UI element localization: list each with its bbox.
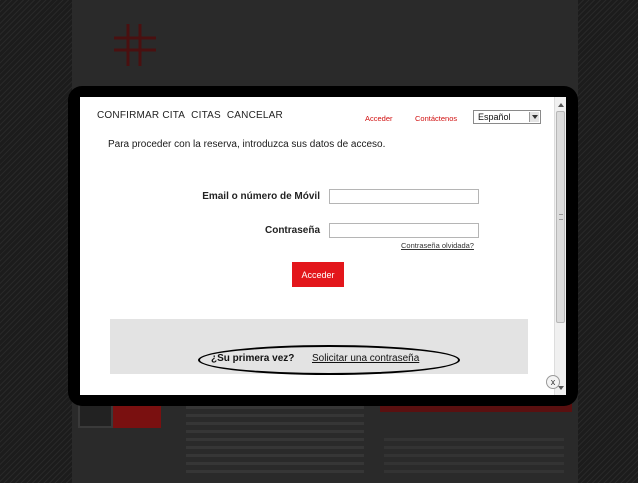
contact-link[interactable]: Contáctenos bbox=[415, 114, 457, 123]
tab-cancelar[interactable]: CANCELAR bbox=[227, 110, 283, 121]
password-field[interactable] bbox=[329, 223, 479, 238]
modal-tabs: CONFIRMAR CITA CITAS CANCELAR bbox=[97, 110, 283, 121]
request-password-link[interactable]: Solicitar una contraseña bbox=[312, 353, 419, 364]
intro-text: Para proceder con la reserva, introduzca… bbox=[108, 139, 386, 150]
acceder-button[interactable]: Acceder bbox=[292, 262, 344, 287]
password-label: Contraseña bbox=[264, 225, 320, 236]
acceder-link[interactable]: Acceder bbox=[365, 114, 393, 123]
scroll-down-icon[interactable] bbox=[558, 386, 564, 390]
close-icon[interactable]: x bbox=[546, 375, 560, 389]
scroll-up-icon[interactable] bbox=[558, 103, 564, 107]
login-modal: CONFIRMAR CITA CITAS CANCELAR Acceder Co… bbox=[80, 97, 566, 395]
modal-topbar: CONFIRMAR CITA CITAS CANCELAR Acceder Co… bbox=[97, 110, 547, 126]
tab-confirmar-cita[interactable]: CONFIRMAR CITA bbox=[97, 110, 185, 121]
first-time-question: ¿Su primera vez? bbox=[211, 353, 295, 364]
modal-content: CONFIRMAR CITA CITAS CANCELAR Acceder Co… bbox=[80, 97, 554, 395]
first-time-panel bbox=[110, 319, 528, 374]
forgot-password-link[interactable]: Contraseña olvidada? bbox=[401, 241, 474, 250]
scroll-grip-icon bbox=[559, 214, 563, 220]
scroll-thumb[interactable] bbox=[556, 111, 565, 323]
tab-citas[interactable]: CITAS bbox=[191, 110, 221, 121]
background-right-column bbox=[384, 438, 564, 478]
email-label: Email o número de Móvil bbox=[202, 191, 320, 202]
chevron-down-icon[interactable] bbox=[529, 112, 539, 122]
language-select-value: Español bbox=[478, 112, 511, 122]
site-logo bbox=[114, 24, 156, 66]
language-select[interactable]: Español bbox=[473, 110, 541, 124]
modal-scrollbar[interactable] bbox=[554, 97, 566, 395]
email-field[interactable] bbox=[329, 189, 479, 204]
background-nav bbox=[320, 71, 575, 83]
background-text-column bbox=[186, 398, 364, 478]
